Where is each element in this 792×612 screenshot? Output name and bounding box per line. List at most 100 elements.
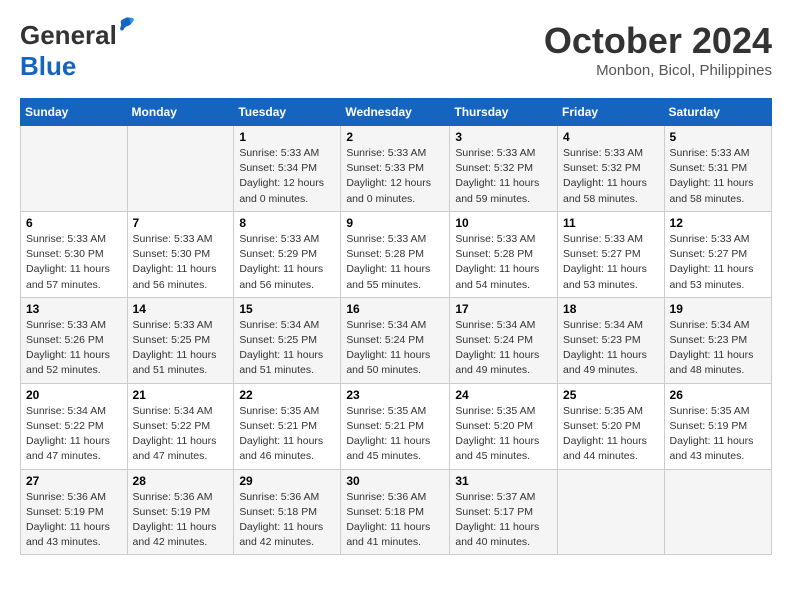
day-info: Sunrise: 5:33 AM Sunset: 5:33 PM Dayligh… bbox=[346, 146, 444, 207]
calendar-cell: 24Sunrise: 5:35 AM Sunset: 5:20 PM Dayli… bbox=[450, 383, 558, 469]
day-number: 31 bbox=[455, 474, 552, 488]
day-info: Sunrise: 5:34 AM Sunset: 5:22 PM Dayligh… bbox=[133, 404, 229, 465]
calendar-cell: 20 Sunrise: 5:34 AM Sunset: 5:22 PM Dayli… bbox=[21, 383, 128, 469]
calendar-cell: 7 Sunrise: 5:33 AM Sunset: 5:30 PM Daylig… bbox=[127, 211, 234, 297]
month-title: October 2024 bbox=[544, 20, 772, 62]
day-info: Sunrise: 5:33 AM Sunset: 5:28 PM Dayligh… bbox=[455, 232, 552, 293]
day-number: 20 bbox=[26, 388, 122, 402]
day-number: 18 bbox=[563, 302, 659, 316]
calendar-cell: 15Sunrise: 5:34 AM Sunset: 5:25 PM Dayli… bbox=[234, 297, 341, 383]
calendar-cell: 3 Sunrise: 5:33 AM Sunset: 5:32 PM Daylig… bbox=[450, 126, 558, 212]
calendar-cell: 28Sunrise: 5:36 AM Sunset: 5:19 PM Dayli… bbox=[127, 469, 234, 555]
day-info: Sunrise: 5:34 AM Sunset: 5:24 PM Dayligh… bbox=[346, 318, 444, 379]
day-number: 19 bbox=[670, 302, 766, 316]
weekday-header-tuesday: Tuesday bbox=[234, 99, 341, 126]
calendar-cell: 30 Sunrise: 5:36 AM Sunset: 5:18 PM Dayli… bbox=[341, 469, 450, 555]
weekday-header-monday: Monday bbox=[127, 99, 234, 126]
day-info: Sunrise: 5:33 AM Sunset: 5:31 PM Dayligh… bbox=[670, 146, 766, 207]
calendar-cell: 18 Sunrise: 5:34 AM Sunset: 5:23 PM Dayli… bbox=[558, 297, 665, 383]
logo-bird-icon bbox=[117, 16, 135, 34]
calendar-cell: 21 Sunrise: 5:34 AM Sunset: 5:22 PM Dayli… bbox=[127, 383, 234, 469]
day-info: Sunrise: 5:33 AM Sunset: 5:27 PM Dayligh… bbox=[670, 232, 766, 293]
calendar-cell: 6Sunrise: 5:33 AM Sunset: 5:30 PM Daylig… bbox=[21, 211, 128, 297]
day-info: Sunrise: 5:33 AM Sunset: 5:32 PM Dayligh… bbox=[455, 146, 552, 207]
calendar-cell: 11 Sunrise: 5:33 AM Sunset: 5:27 PM Dayli… bbox=[558, 211, 665, 297]
logo-blue: Blue bbox=[20, 51, 76, 81]
week-row-1: 1Sunrise: 5:33 AM Sunset: 5:34 PM Daylig… bbox=[21, 126, 772, 212]
weekday-header-wednesday: Wednesday bbox=[341, 99, 450, 126]
day-info: Sunrise: 5:34 AM Sunset: 5:22 PM Dayligh… bbox=[26, 404, 122, 465]
day-info: Sunrise: 5:36 AM Sunset: 5:18 PM Dayligh… bbox=[346, 490, 444, 551]
day-info: Sunrise: 5:36 AM Sunset: 5:18 PM Dayligh… bbox=[239, 490, 335, 551]
day-info: Sunrise: 5:33 AM Sunset: 5:30 PM Dayligh… bbox=[26, 232, 122, 293]
day-info: Sunrise: 5:35 AM Sunset: 5:20 PM Dayligh… bbox=[563, 404, 659, 465]
calendar-body: 1Sunrise: 5:33 AM Sunset: 5:34 PM Daylig… bbox=[21, 126, 772, 555]
day-number: 17 bbox=[455, 302, 552, 316]
day-info: Sunrise: 5:35 AM Sunset: 5:19 PM Dayligh… bbox=[670, 404, 766, 465]
day-number: 28 bbox=[133, 474, 229, 488]
week-row-2: 6Sunrise: 5:33 AM Sunset: 5:30 PM Daylig… bbox=[21, 211, 772, 297]
calendar-cell: 31Sunrise: 5:37 AM Sunset: 5:17 PM Dayli… bbox=[450, 469, 558, 555]
day-number: 3 bbox=[455, 130, 552, 144]
day-number: 30 bbox=[346, 474, 444, 488]
day-number: 5 bbox=[670, 130, 766, 144]
calendar-table: SundayMondayTuesdayWednesdayThursdayFrid… bbox=[20, 98, 772, 555]
day-number: 7 bbox=[133, 216, 229, 230]
day-number: 2 bbox=[346, 130, 444, 144]
day-info: Sunrise: 5:33 AM Sunset: 5:25 PM Dayligh… bbox=[133, 318, 229, 379]
day-info: Sunrise: 5:33 AM Sunset: 5:27 PM Dayligh… bbox=[563, 232, 659, 293]
logo: General Blue bbox=[20, 20, 117, 82]
day-info: Sunrise: 5:33 AM Sunset: 5:29 PM Dayligh… bbox=[239, 232, 335, 293]
calendar-cell: 17 Sunrise: 5:34 AM Sunset: 5:24 PM Dayli… bbox=[450, 297, 558, 383]
calendar-cell: 16 Sunrise: 5:34 AM Sunset: 5:24 PM Dayli… bbox=[341, 297, 450, 383]
day-number: 14 bbox=[133, 302, 229, 316]
day-info: Sunrise: 5:33 AM Sunset: 5:30 PM Dayligh… bbox=[133, 232, 229, 293]
calendar-cell: 27 Sunrise: 5:36 AM Sunset: 5:19 PM Dayli… bbox=[21, 469, 128, 555]
calendar-cell bbox=[127, 126, 234, 212]
week-row-3: 13 Sunrise: 5:33 AM Sunset: 5:26 PM Dayli… bbox=[21, 297, 772, 383]
day-number: 22 bbox=[239, 388, 335, 402]
week-row-4: 20 Sunrise: 5:34 AM Sunset: 5:22 PM Dayli… bbox=[21, 383, 772, 469]
title-section: October 2024 Monbon, Bicol, Philippines bbox=[544, 20, 772, 79]
day-info: Sunrise: 5:33 AM Sunset: 5:32 PM Dayligh… bbox=[563, 146, 659, 207]
calendar-cell: 26Sunrise: 5:35 AM Sunset: 5:19 PM Dayli… bbox=[664, 383, 771, 469]
calendar-cell bbox=[21, 126, 128, 212]
weekday-header-row: SundayMondayTuesdayWednesdayThursdayFrid… bbox=[21, 99, 772, 126]
weekday-header-sunday: Sunday bbox=[21, 99, 128, 126]
day-info: Sunrise: 5:35 AM Sunset: 5:21 PM Dayligh… bbox=[346, 404, 444, 465]
day-number: 16 bbox=[346, 302, 444, 316]
day-info: Sunrise: 5:35 AM Sunset: 5:21 PM Dayligh… bbox=[239, 404, 335, 465]
calendar-cell: 12 Sunrise: 5:33 AM Sunset: 5:27 PM Dayli… bbox=[664, 211, 771, 297]
logo-general: General bbox=[20, 20, 117, 50]
day-number: 23 bbox=[346, 388, 444, 402]
day-info: Sunrise: 5:34 AM Sunset: 5:23 PM Dayligh… bbox=[563, 318, 659, 379]
day-number: 12 bbox=[670, 216, 766, 230]
calendar-cell: 22 Sunrise: 5:35 AM Sunset: 5:21 PM Dayli… bbox=[234, 383, 341, 469]
day-info: Sunrise: 5:36 AM Sunset: 5:19 PM Dayligh… bbox=[26, 490, 122, 551]
day-number: 27 bbox=[26, 474, 122, 488]
day-number: 15 bbox=[239, 302, 335, 316]
calendar-cell: 5 Sunrise: 5:33 AM Sunset: 5:31 PM Daylig… bbox=[664, 126, 771, 212]
calendar-cell: 10 Sunrise: 5:33 AM Sunset: 5:28 PM Dayli… bbox=[450, 211, 558, 297]
calendar-cell: 19 Sunrise: 5:34 AM Sunset: 5:23 PM Dayli… bbox=[664, 297, 771, 383]
day-number: 21 bbox=[133, 388, 229, 402]
day-info: Sunrise: 5:34 AM Sunset: 5:23 PM Dayligh… bbox=[670, 318, 766, 379]
calendar-cell: 9Sunrise: 5:33 AM Sunset: 5:28 PM Daylig… bbox=[341, 211, 450, 297]
calendar-cell: 1Sunrise: 5:33 AM Sunset: 5:34 PM Daylig… bbox=[234, 126, 341, 212]
day-number: 13 bbox=[26, 302, 122, 316]
calendar-cell: 14 Sunrise: 5:33 AM Sunset: 5:25 PM Dayli… bbox=[127, 297, 234, 383]
day-number: 10 bbox=[455, 216, 552, 230]
location: Monbon, Bicol, Philippines bbox=[544, 62, 772, 79]
weekday-header-saturday: Saturday bbox=[664, 99, 771, 126]
day-info: Sunrise: 5:34 AM Sunset: 5:24 PM Dayligh… bbox=[455, 318, 552, 379]
day-number: 11 bbox=[563, 216, 659, 230]
day-info: Sunrise: 5:33 AM Sunset: 5:26 PM Dayligh… bbox=[26, 318, 122, 379]
day-number: 25 bbox=[563, 388, 659, 402]
calendar-cell: 29 Sunrise: 5:36 AM Sunset: 5:18 PM Dayli… bbox=[234, 469, 341, 555]
day-number: 29 bbox=[239, 474, 335, 488]
calendar-cell: 8 Sunrise: 5:33 AM Sunset: 5:29 PM Daylig… bbox=[234, 211, 341, 297]
calendar-cell: 13 Sunrise: 5:33 AM Sunset: 5:26 PM Dayli… bbox=[21, 297, 128, 383]
day-number: 9 bbox=[346, 216, 444, 230]
day-number: 8 bbox=[239, 216, 335, 230]
header: General Blue October 2024 Monbon, Bicol,… bbox=[20, 20, 772, 82]
